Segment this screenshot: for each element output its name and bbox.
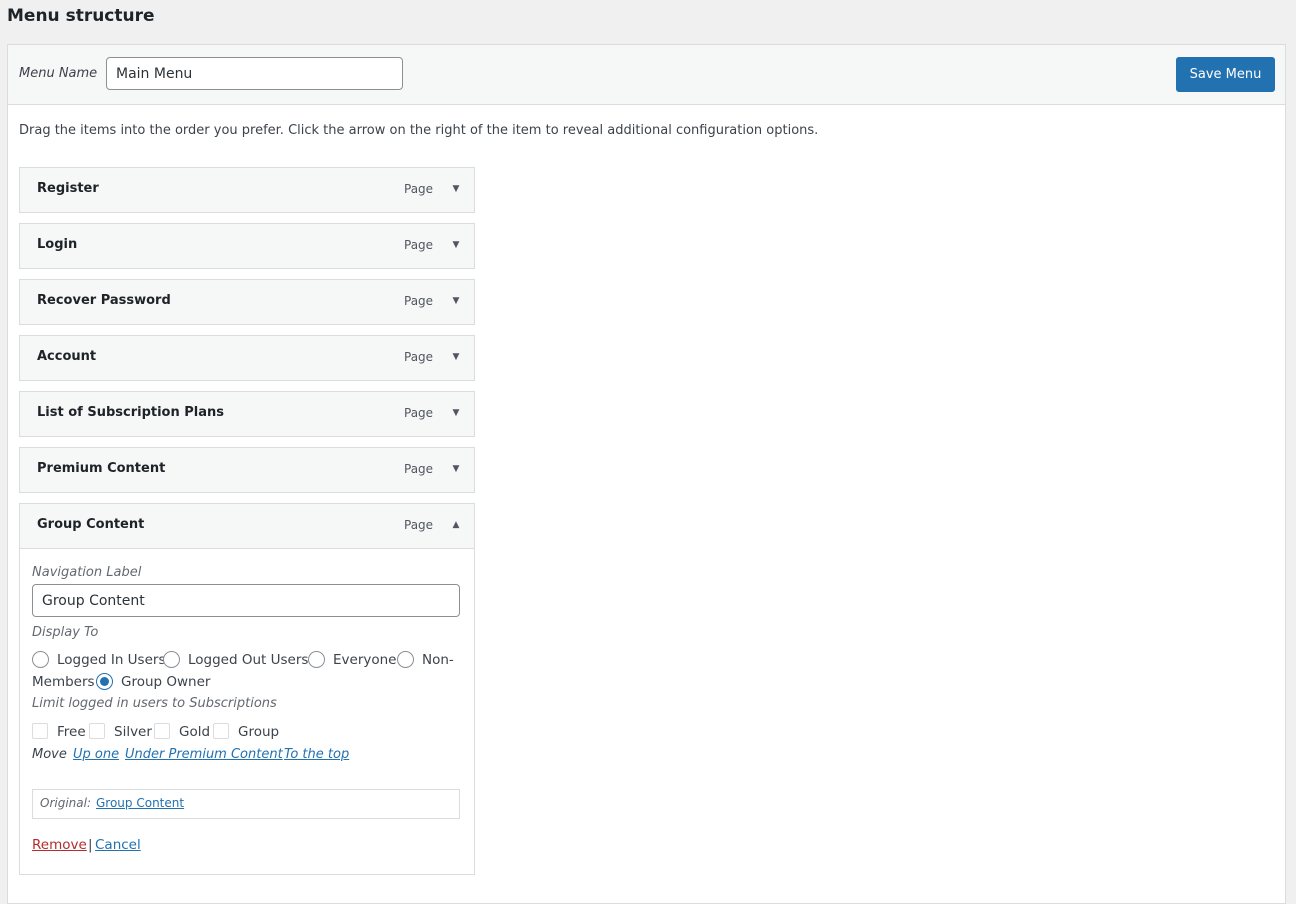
- menu-item-group-content[interactable]: Group Content Page ▲: [19, 503, 475, 549]
- radio-group-owner[interactable]: [96, 673, 113, 690]
- menu-item-title: Premium Content: [37, 461, 166, 476]
- menu-item-title: Account: [37, 349, 97, 364]
- caret-down-icon[interactable]: ▼: [449, 348, 463, 366]
- caret-down-icon[interactable]: ▼: [449, 236, 463, 254]
- save-menu-button[interactable]: Save Menu: [1176, 57, 1275, 92]
- menu-item-recover-password[interactable]: Recover Password Page ▼: [19, 279, 475, 325]
- radio-everyone[interactable]: [308, 651, 325, 668]
- checkbox-group[interactable]: [213, 723, 229, 739]
- move-up-one-link[interactable]: Up one: [73, 747, 119, 762]
- remove-link[interactable]: Remove: [32, 837, 87, 853]
- caret-down-icon[interactable]: ▼: [449, 292, 463, 310]
- subscription-group-label: Group: [238, 724, 280, 740]
- menu-name-label: Menu Name: [19, 66, 98, 81]
- navigation-label-caption: Navigation Label: [32, 565, 142, 580]
- menu-item-type: Page: [404, 350, 434, 364]
- navigation-label-input[interactable]: [32, 584, 460, 617]
- page-title: Menu structure: [7, 6, 155, 26]
- menu-item-type: Page: [404, 182, 434, 196]
- caret-up-icon[interactable]: ▲: [449, 516, 463, 534]
- menu-item-title: Register: [37, 181, 99, 196]
- menu-item-title: Recover Password: [37, 293, 171, 308]
- checkbox-gold[interactable]: [154, 723, 170, 739]
- option-logged-in-label: Logged In Users: [57, 652, 166, 668]
- menu-item-type: Page: [404, 294, 434, 308]
- menu-item-settings: Navigation Label Display To Logged In Us…: [19, 549, 475, 875]
- option-non-members-label-2: Members: [32, 674, 95, 690]
- move-under-premium-link[interactable]: Under Premium Content: [125, 747, 283, 762]
- subscription-free-label: Free: [57, 724, 86, 740]
- subscription-silver-label: Silver: [114, 724, 152, 740]
- caret-down-icon[interactable]: ▼: [449, 404, 463, 422]
- menu-item-premium-content[interactable]: Premium Content Page ▼: [19, 447, 475, 493]
- radio-logged-out[interactable]: [163, 651, 180, 668]
- link-separator: |: [88, 837, 93, 853]
- menu-item-type: Page: [404, 406, 434, 420]
- cancel-link[interactable]: Cancel: [95, 837, 141, 853]
- option-logged-out-label: Logged Out Users: [188, 652, 309, 668]
- option-everyone-label: Everyone: [333, 652, 397, 668]
- original-caption: Original:: [40, 796, 91, 810]
- menu-structure-panel: Menu Name Save Menu Drag the items into …: [7, 44, 1286, 904]
- caret-down-icon[interactable]: ▼: [449, 180, 463, 198]
- menu-header: Menu Name Save Menu: [8, 45, 1285, 105]
- menu-item-register[interactable]: Register Page ▼: [19, 167, 475, 213]
- menu-item-title: List of Subscription Plans: [37, 405, 225, 420]
- menu-item-title: Login: [37, 237, 78, 252]
- move-caption: Move: [32, 747, 67, 762]
- original-box: Original: Group Content: [32, 789, 460, 819]
- subscription-gold-label: Gold: [179, 724, 211, 740]
- menu-item-login[interactable]: Login Page ▼: [19, 223, 475, 269]
- option-non-members-label-1: Non-: [422, 652, 454, 668]
- display-to-caption: Display To: [32, 625, 99, 640]
- move-to-top-link[interactable]: To the top: [284, 747, 349, 762]
- menu-item-title: Group Content: [37, 517, 145, 532]
- option-group-owner-label: Group Owner: [121, 674, 211, 690]
- menu-item-account[interactable]: Account Page ▼: [19, 335, 475, 381]
- original-link[interactable]: Group Content: [96, 796, 184, 810]
- checkbox-silver[interactable]: [89, 723, 105, 739]
- caret-down-icon[interactable]: ▼: [449, 460, 463, 478]
- checkbox-free[interactable]: [32, 723, 48, 739]
- menu-item-type: Page: [404, 518, 434, 532]
- radio-non-members[interactable]: [397, 651, 414, 668]
- menu-item-subscription-plans[interactable]: List of Subscription Plans Page ▼: [19, 391, 475, 437]
- menu-item-type: Page: [404, 238, 434, 252]
- radio-logged-in[interactable]: [32, 651, 49, 668]
- menu-name-input[interactable]: [106, 57, 403, 90]
- limit-subscriptions-caption: Limit logged in users to Subscriptions: [32, 696, 277, 711]
- menu-item-type: Page: [404, 462, 434, 476]
- instructions-text: Drag the items into the order you prefer…: [19, 123, 819, 138]
